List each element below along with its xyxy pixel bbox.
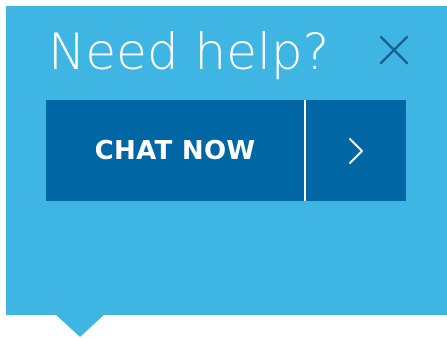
close-icon bbox=[379, 35, 409, 65]
widget-title: Need help? bbox=[48, 23, 330, 81]
chat-now-button[interactable]: CHAT NOW bbox=[46, 100, 304, 201]
chevron-right-icon bbox=[349, 137, 363, 164]
widget-pointer-tail bbox=[56, 315, 104, 337]
chat-arrow-button[interactable] bbox=[306, 100, 406, 201]
help-widget: Need help? CHAT NOW bbox=[6, 6, 447, 315]
chat-now-label: CHAT NOW bbox=[94, 135, 256, 166]
close-button[interactable] bbox=[376, 32, 412, 68]
